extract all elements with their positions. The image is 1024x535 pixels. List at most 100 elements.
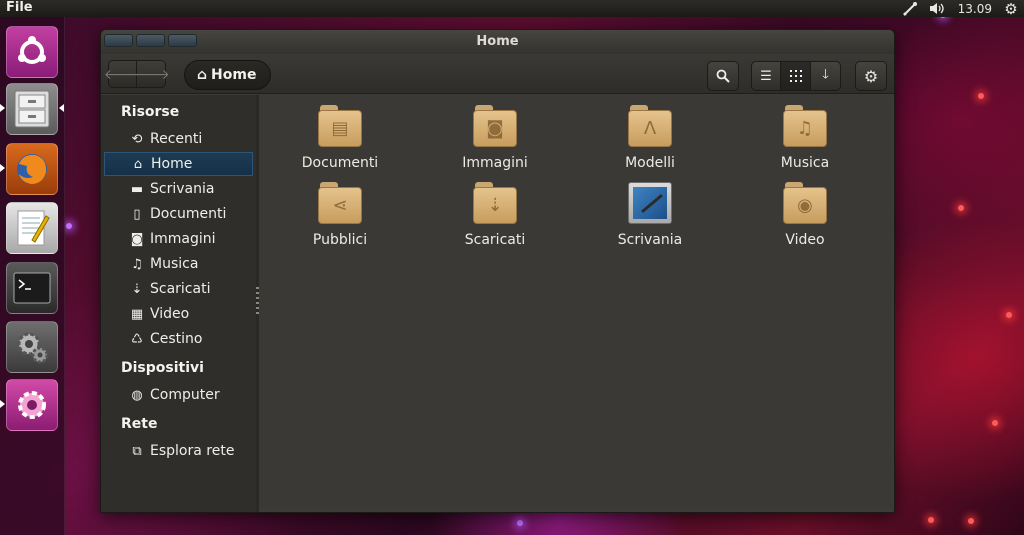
folder-label: Pubblici bbox=[312, 232, 368, 248]
grid-view-button[interactable] bbox=[781, 61, 811, 91]
focused-indicator-arrow bbox=[59, 104, 64, 112]
wallpaper-sparkle bbox=[517, 520, 523, 526]
folder-label: Scaricati bbox=[464, 232, 526, 248]
top-panel: File 13.09 ⚙ bbox=[0, 0, 1024, 18]
session-gear-icon[interactable]: ⚙ bbox=[998, 0, 1024, 18]
wallpaper-sparkle bbox=[1006, 312, 1012, 318]
settings-button[interactable]: ⚙ bbox=[855, 61, 887, 91]
sidebar-item-downloads[interactable]: ⇣ Scaricati bbox=[104, 277, 253, 301]
terminal-icon bbox=[13, 272, 51, 304]
folder-item[interactable]: ◉ Video bbox=[735, 182, 875, 248]
music-note-icon: ♫ bbox=[131, 256, 143, 272]
folder-item[interactable]: ◙ Immagini bbox=[425, 105, 565, 171]
sidebar-heading-network: Rete bbox=[121, 416, 158, 432]
wallpaper-sparkle bbox=[66, 223, 72, 229]
running-indicator-arrow bbox=[0, 104, 5, 112]
folder-item[interactable]: ♫ Musica bbox=[735, 105, 875, 171]
folder-item[interactable]: ⋖ Pubblici bbox=[270, 182, 410, 248]
sidebar-item-music[interactable]: ♫ Musica bbox=[104, 252, 253, 276]
clock[interactable]: 13.09 bbox=[952, 0, 998, 17]
window-title: Home bbox=[476, 34, 519, 49]
launcher bbox=[0, 17, 65, 535]
folder-item[interactable]: ⇣ Scaricati bbox=[425, 182, 565, 248]
sidebar-item-home[interactable]: ⌂ Home bbox=[104, 152, 253, 176]
text-editor-icon bbox=[17, 210, 50, 246]
wallpaper-sparkle bbox=[968, 518, 974, 524]
folder-label: Video bbox=[785, 232, 825, 248]
sidebar-item-pictures[interactable]: ◙ Immagini bbox=[104, 227, 253, 251]
gears-icon bbox=[17, 332, 49, 364]
sidebar-item-label: Scrivania bbox=[150, 181, 215, 197]
launcher-update-manager-button[interactable] bbox=[6, 379, 58, 431]
music-folder-icon: ♫ bbox=[783, 105, 827, 147]
window-titlebar[interactable]: Home bbox=[101, 30, 894, 54]
firefox-icon bbox=[17, 154, 47, 184]
download-icon: ⇣ bbox=[131, 281, 143, 297]
folder-label: Immagini bbox=[462, 155, 528, 171]
document-folder-icon: ▤ bbox=[318, 105, 362, 147]
folder-item[interactable]: ▤ Documenti bbox=[270, 105, 410, 171]
sidebar-item-browse-network[interactable]: ⧉ Esplora rete bbox=[104, 439, 253, 463]
indicator-area: 13.09 ⚙ bbox=[896, 0, 1024, 18]
folder-label: Musica bbox=[780, 155, 830, 171]
folder-label: Documenti bbox=[301, 155, 379, 171]
wallpaper-sparkle bbox=[978, 93, 984, 99]
launcher-settings-button[interactable] bbox=[6, 321, 58, 373]
file-manager-window: Home 🡐 🡒 ⌂ Home ☰ 🡓 ⚙ Risorse ⟲ Recenti ⌂… bbox=[100, 29, 895, 513]
arrow-right-icon: 🡒 bbox=[132, 66, 170, 83]
public-share-folder-icon: ⋖ bbox=[318, 182, 362, 224]
film-icon: ▦ bbox=[130, 306, 144, 322]
volume-icon[interactable] bbox=[924, 0, 952, 17]
home-icon: ⌂ bbox=[197, 67, 208, 83]
arrow-down-icon: 🡓 bbox=[822, 67, 829, 82]
navigation-buttons: 🡐 🡒 bbox=[104, 60, 170, 88]
network-icon: ⧉ bbox=[132, 443, 142, 459]
launcher-files-button[interactable] bbox=[6, 83, 58, 135]
folder-item[interactable]: Scrivania bbox=[580, 182, 720, 248]
running-indicator-arrow bbox=[0, 400, 5, 408]
gear-icon: ⚙ bbox=[863, 66, 879, 86]
history-icon: ⟲ bbox=[131, 131, 143, 147]
drive-icon: ◍ bbox=[131, 387, 143, 403]
network-icon[interactable] bbox=[896, 0, 924, 17]
breadcrumb-label: Home bbox=[211, 67, 257, 83]
running-indicator-arrow bbox=[0, 164, 5, 172]
breadcrumb-home-button[interactable]: ⌂ Home bbox=[184, 60, 272, 90]
launcher-dash-button[interactable] bbox=[6, 26, 58, 78]
search-icon bbox=[716, 69, 730, 83]
view-buttons: ☰ 🡓 bbox=[751, 61, 841, 91]
view-options-button[interactable]: 🡓 bbox=[811, 61, 841, 91]
list-view-button[interactable]: ☰ bbox=[751, 61, 781, 91]
folder-icon: ▬ bbox=[130, 181, 144, 197]
launcher-terminal-button[interactable] bbox=[6, 262, 58, 314]
file-view: ▤ Documenti ◙ Immagini Λ Modelli ♫ Music… bbox=[259, 95, 892, 509]
sidebar-item-computer[interactable]: ◍ Computer bbox=[104, 383, 253, 407]
forward-button[interactable]: 🡒 bbox=[132, 60, 170, 88]
ubuntu-logo-icon bbox=[18, 36, 46, 64]
wallpaper-sparkle bbox=[928, 517, 934, 523]
search-button[interactable] bbox=[707, 61, 739, 91]
list-icon: ☰ bbox=[760, 68, 772, 84]
sidebar-item-desktop[interactable]: ▬ Scrivania bbox=[104, 177, 253, 201]
sidebar-item-videos[interactable]: ▦ Video bbox=[104, 302, 253, 326]
places-sidebar: Risorse ⟲ Recenti ⌂ Home ▬ Scrivania ▯ Docum… bbox=[101, 95, 256, 512]
file-cabinet-icon bbox=[14, 90, 50, 128]
sidebar-heading-devices: Dispositivi bbox=[121, 360, 204, 376]
folder-item[interactable]: Λ Modelli bbox=[580, 105, 720, 171]
toolbar: 🡐 🡒 ⌂ Home ☰ 🡓 ⚙ bbox=[101, 54, 894, 94]
document-icon: ▯ bbox=[133, 206, 141, 222]
launcher-text-editor-button[interactable] bbox=[6, 202, 58, 254]
sidebar-item-documents[interactable]: ▯ Documenti bbox=[104, 202, 253, 226]
trash-icon: ♺ bbox=[131, 331, 143, 347]
grid-icon bbox=[789, 70, 802, 82]
sidebar-item-label: Recenti bbox=[150, 131, 203, 147]
sidebar-item-label: Scaricati bbox=[150, 281, 211, 297]
folder-label: Scrivania bbox=[617, 232, 683, 248]
sidebar-item-recent[interactable]: ⟲ Recenti bbox=[104, 127, 253, 151]
sidebar-item-trash[interactable]: ♺ Cestino bbox=[104, 327, 253, 351]
sidebar-item-label: Cestino bbox=[150, 331, 203, 347]
launcher-firefox-button[interactable] bbox=[6, 143, 58, 195]
pictures-folder-icon: ◙ bbox=[473, 105, 517, 147]
app-menu-file[interactable]: File bbox=[6, 0, 33, 16]
sidebar-item-label: Video bbox=[150, 306, 190, 322]
